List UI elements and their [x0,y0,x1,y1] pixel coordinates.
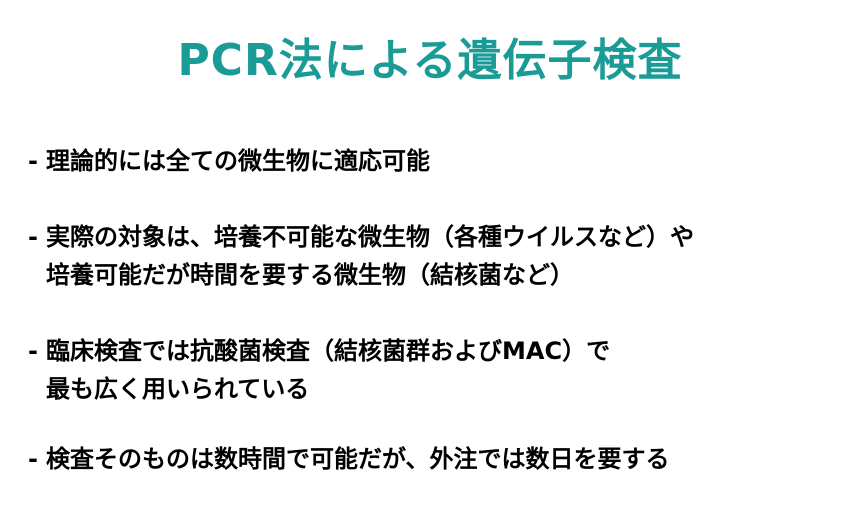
slide-title: PCR法による遺伝子検査 [177,35,683,86]
slide: PCR法による遺伝子検査 - 理論的には全ての微生物に適応可能 - 実際の対象は、培… [0,0,860,527]
bullet-item: - 検査そのものは数時間で可能だが、外注では数日を要する [28,440,848,478]
bullet-line-continuation: 最も広く用いられている [46,375,310,403]
bullet-text: 理論的には全ての微生物に適応可能 [46,147,430,175]
bullet-line: - 理論的には全ての微生物に適応可能 [28,142,848,180]
bullet-marker: - [28,337,38,365]
bullet-item: - 実際の対象は、培養不可能な微生物（各種ウイルスなど）や 培養可能だが時間を要す… [28,218,848,294]
bullet-item: - 理論的には全ての微生物に適応可能 [28,142,848,180]
bullet-line: - 臨床検査では抗酸菌検査（結核菌群およびMAC）で [28,332,848,370]
bullet-item: - 臨床検査では抗酸菌検査（結核菌群およびMAC）で 最も広く用いられている [28,332,848,408]
bullet-marker: - [28,445,38,473]
bullet-line: - 実際の対象は、培養不可能な微生物（各種ウイルスなど）や [28,218,848,256]
bullet-line-continuation: 培養可能だが時間を要する微生物（結核菌など） [46,261,574,289]
bullet-marker: - [28,223,38,251]
bullet-marker: - [28,147,38,175]
bullet-text: 検査そのものは数時間で可能だが、外注では数日を要する [46,445,670,473]
bullet-text: 臨床検査では抗酸菌検査（結核菌群およびMAC）で [46,337,611,365]
bullet-line: - 検査そのものは数時間で可能だが、外注では数日を要する [28,440,848,478]
bullet-text: 実際の対象は、培養不可能な微生物（各種ウイルスなど）や [46,223,694,251]
